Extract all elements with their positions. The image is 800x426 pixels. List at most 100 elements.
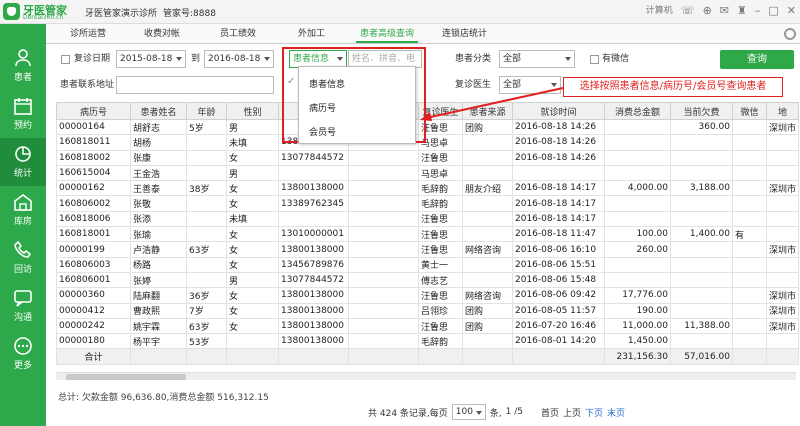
unit-label: 条, xyxy=(489,408,502,419)
gear-icon[interactable] xyxy=(784,28,796,40)
col-header[interactable]: 地 xyxy=(766,102,799,120)
query-button[interactable]: 查询 xyxy=(720,50,794,69)
patient-category-select[interactable]: 全部 xyxy=(499,50,575,68)
col-header[interactable]: 当前欠费 xyxy=(670,102,733,120)
table-cell: 100.00 xyxy=(604,226,671,243)
table-cell xyxy=(462,149,513,166)
tooth-icon[interactable]: ⊕ xyxy=(703,4,712,18)
table-row[interactable]: 160818006 张添 未填 汪鲁思 2016-08-18 14:17 xyxy=(56,210,799,228)
table-cell xyxy=(462,134,513,151)
table-cell: 190.00 xyxy=(604,302,671,319)
sidebar-item-statistics[interactable]: 统计 xyxy=(0,138,46,186)
user-name[interactable]: 计算机 xyxy=(646,4,673,18)
table-cell: 胡杨 xyxy=(130,134,187,151)
table-row[interactable]: 00000242 姚宇霖 63岁女 13800138000 汪鲁思 团购 2016-07-2… xyxy=(56,317,799,335)
tab-clinic-operation[interactable]: 诊所运营 xyxy=(66,26,110,43)
table-cell: 2016-08-18 14:26 xyxy=(512,134,605,151)
table-cell: 团购 xyxy=(462,317,513,335)
dropdown-option-member-no[interactable]: 会员号 xyxy=(309,125,336,138)
first-page-link[interactable]: 首页 xyxy=(541,406,559,419)
col-header[interactable]: 性别 xyxy=(226,102,279,120)
table-cell: 网络咨询 xyxy=(462,287,513,304)
tab-staff-performance[interactable]: 员工绩效 xyxy=(216,26,260,43)
dropdown-option-patient-info[interactable]: 患者信息 xyxy=(309,77,345,90)
table-cell: 13800138000 xyxy=(278,241,349,258)
sidebar-item-appointment[interactable]: 预约 xyxy=(0,90,46,138)
minimize-icon[interactable]: – xyxy=(755,4,761,18)
table-cell: 2016-08-01 14:20 xyxy=(512,333,605,350)
contact-address-input[interactable] xyxy=(116,76,274,94)
table-cell xyxy=(766,149,799,166)
has-wechat-label: 有微信 xyxy=(602,54,630,64)
table-cell: 女 xyxy=(226,241,279,258)
col-header[interactable]: 患者姓名 xyxy=(130,102,187,120)
scrollbar-thumb[interactable] xyxy=(66,374,186,380)
table-cell: 杨路 xyxy=(130,256,187,273)
table-cell xyxy=(186,164,227,182)
date-to-field[interactable]: 2016-08-18 xyxy=(204,50,274,68)
sidebar-item-communicate[interactable]: 沟通 xyxy=(0,282,46,330)
horizontal-scrollbar[interactable] xyxy=(56,372,796,380)
col-header[interactable]: 消费总金额 xyxy=(604,102,671,120)
table-cell xyxy=(732,180,767,197)
app-logo: 牙医管家 Dental360.cn xyxy=(3,2,69,22)
table-cell: 160818001 xyxy=(56,226,131,243)
sidebar-item-patient[interactable]: 患者 xyxy=(0,42,46,90)
table-row[interactable]: 160818011胡杨未填13800000001马思卓2016-08-18 14… xyxy=(56,134,799,151)
table-cell: 360.00 xyxy=(670,118,733,136)
shirt-icon[interactable]: ♜ xyxy=(737,4,747,18)
table-cell: 38岁 xyxy=(186,180,227,197)
tab-chain-statistics[interactable]: 连锁店统计 xyxy=(438,26,491,43)
page-size-select[interactable]: 100 xyxy=(451,404,486,420)
revisit-date-checkbox[interactable] xyxy=(61,55,70,64)
prev-page-link[interactable]: 上页 xyxy=(563,406,581,419)
table-cell: 张瑜 xyxy=(130,226,187,243)
maximize-icon[interactable]: □ xyxy=(768,4,778,18)
table-cell: 深圳市 xyxy=(766,302,799,319)
table-cell xyxy=(604,271,671,289)
table-row[interactable]: 00000180 杨平宇 53岁 13800138000 毛辞韵 2016-08-01 1… xyxy=(56,333,799,350)
table-row[interactable]: 00000199 卢浩静 63岁女 13800138000 汪鲁思 网络咨询 2016-08… xyxy=(56,241,799,258)
last-page-link[interactable]: 末页 xyxy=(607,406,625,419)
table-cell: 00000162 xyxy=(56,180,131,197)
sidebar-item-more[interactable]: 更多 xyxy=(0,330,46,378)
col-header[interactable]: 病历号 xyxy=(56,102,131,120)
table-cell xyxy=(186,134,227,151)
phone-icon[interactable]: ☏ xyxy=(681,4,695,18)
table-cell xyxy=(732,302,767,319)
table-row[interactable]: 00000412 曹政熙 7岁女 13800138000 吕翎珍 团购 2016-08-05… xyxy=(56,302,799,319)
dropdown-option-record-no[interactable]: 病历号 xyxy=(309,101,336,114)
table-cell: 汪鲁思 xyxy=(418,210,463,228)
table-cell: 2016-08-06 15:51 xyxy=(512,256,605,273)
col-header[interactable]: 微信 xyxy=(732,102,767,120)
table-cell xyxy=(670,195,733,212)
table-cell xyxy=(604,195,671,212)
clinic-name: 牙医管家演示诊所 xyxy=(85,9,158,19)
table-row[interactable]: 160615004 王金浩 男 马思卓 xyxy=(56,164,799,182)
table-row[interactable]: 160806003 杨路 女 13456789876 黄士一 2016-08-06 15:… xyxy=(56,256,799,273)
sidebar-item-followup[interactable]: 回访 xyxy=(0,234,46,282)
table-row[interactable]: 00000360 陆麻翻 36岁女 13800138000 汪鲁思 网络咨询 2016-08… xyxy=(56,287,799,304)
table-cell: 女 xyxy=(226,226,279,243)
table-row[interactable]: 160806001 张婷 男 13077844572 傅志艺 2016-08-06 15:… xyxy=(56,271,799,289)
mail-icon[interactable]: ✉ xyxy=(720,4,729,18)
table-cell: 深圳市 xyxy=(766,287,799,304)
date-from-field[interactable]: 2015-08-18 xyxy=(116,50,186,68)
tab-outsourcing[interactable]: 外加工 xyxy=(294,26,329,43)
table-row[interactable]: 160806002 张敬 女 13389762345 毛辞韵 2016-08-18 14:… xyxy=(56,195,799,212)
table-cell xyxy=(604,164,671,182)
close-icon[interactable]: ✕ xyxy=(787,4,796,18)
table-row[interactable]: 00000162 王善泰 38岁女 13800138000 毛辞韵 朋友介绍 2016-08… xyxy=(56,180,799,197)
table-cell: 女 xyxy=(226,149,279,166)
table-cell: 13800138000 xyxy=(278,180,349,197)
has-wechat-checkbox[interactable] xyxy=(590,55,599,64)
next-page-link[interactable]: 下页 xyxy=(585,406,603,419)
table-row[interactable]: 160818001 张瑜 女 13010000001 汪鲁思 2016-08-18 11:… xyxy=(56,226,799,243)
table-cell: 2016-08-05 11:57 xyxy=(512,302,605,319)
col-header[interactable]: 年龄 xyxy=(186,102,227,120)
annotation-callout: 选择按照患者信息/病历号/会员号查询患者 xyxy=(563,77,783,97)
tab-patient-advanced-query[interactable]: 患者高级查询 xyxy=(356,26,419,43)
tab-billing[interactable]: 收费对帐 xyxy=(140,26,184,43)
sidebar-item-warehouse[interactable]: 库房 xyxy=(0,186,46,234)
table-row[interactable]: 160818002 张康 女 13077844572 汪鲁思 2016-08-18 14:… xyxy=(56,149,799,166)
